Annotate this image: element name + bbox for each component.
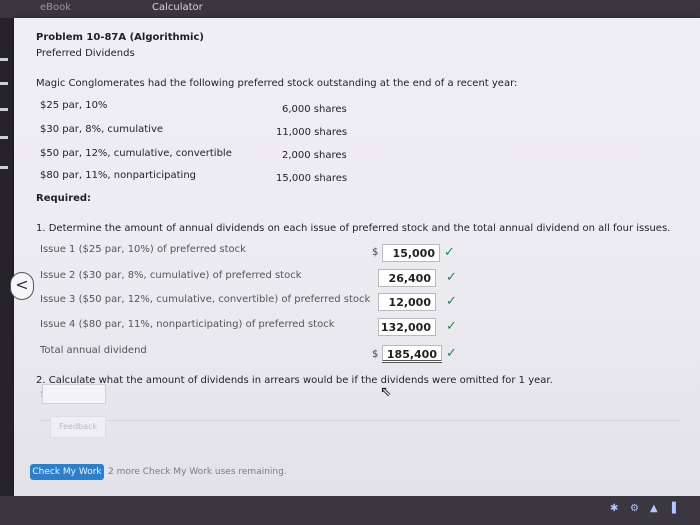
signal-icon: ▌: [672, 503, 680, 514]
left-edge: [0, 18, 14, 496]
tab-ebook[interactable]: eBook: [40, 2, 71, 13]
problem-intro: Magic Conglomerates had the following pr…: [36, 78, 518, 89]
stock-desc: $80 par, 11%, nonparticipating: [40, 170, 197, 181]
issue-2-amount[interactable]: 26,400: [378, 269, 436, 287]
stock-desc: $50 par, 12%, cumulative, convertible: [40, 148, 232, 159]
settings-icon: ⚙: [630, 503, 639, 514]
required-label: Required:: [36, 193, 92, 204]
issue-3-amount[interactable]: 12,000: [378, 293, 436, 311]
correct-check-icon: ✓: [446, 294, 457, 309]
question-1: 1. Determine the amount of annual divide…: [36, 223, 671, 234]
issue-4-label: Issue 4 ($80 par, 11%, nonparticipating)…: [40, 319, 335, 330]
stock-shares: 2,000 shares: [282, 150, 347, 161]
stock-shares: 15,000 shares: [276, 173, 348, 184]
top-bar: eBook Calculator: [0, 0, 700, 18]
previous-button[interactable]: <: [10, 272, 34, 300]
issue-2-label: Issue 2 ($30 par, 8%, cumulative) of pre…: [40, 270, 302, 281]
divider: [40, 420, 680, 421]
total-label: Total annual dividend: [40, 345, 147, 356]
question-2: 2. Calculate what the amount of dividend…: [36, 375, 553, 386]
check-my-work-button[interactable]: Check My Work: [30, 464, 104, 480]
bluetooth-icon: ✱: [610, 503, 619, 514]
tab-calculator[interactable]: Calculator: [152, 2, 203, 13]
edge-mark: [0, 166, 8, 169]
correct-check-icon: ✓: [446, 270, 457, 285]
issue-4-amount[interactable]: 132,000: [378, 318, 436, 336]
stock-desc: $30 par, 8%, cumulative: [40, 124, 164, 135]
issue-1-amount[interactable]: 15,000: [382, 244, 440, 262]
correct-check-icon: ✓: [444, 245, 455, 260]
dollar-sign: $: [372, 349, 379, 360]
problem-subtitle: Preferred Dividends: [36, 48, 135, 59]
edge-mark: [0, 58, 8, 61]
feedback-button[interactable]: Feedback: [50, 416, 106, 438]
problem-title: Problem 10-87A (Algorithmic): [36, 32, 204, 43]
edge-mark: [0, 82, 8, 85]
mouse-cursor-icon: ⇖: [380, 384, 392, 400]
stock-shares: 6,000 shares: [282, 104, 347, 115]
dollar-sign: $: [372, 247, 379, 258]
issue-1-label: Issue 1 ($25 par, 10%) of preferred stoc…: [40, 244, 246, 255]
correct-check-icon: ✓: [446, 319, 457, 334]
arrears-input[interactable]: [42, 384, 106, 404]
total-amount[interactable]: 185,400: [382, 345, 442, 363]
stock-shares: 11,000 shares: [276, 127, 348, 138]
edge-mark: [0, 136, 8, 139]
remaining-status: 2 more Check My Work uses remaining.: [108, 467, 287, 477]
network-icon: ▲: [650, 503, 658, 514]
edge-mark: [0, 108, 8, 111]
issue-3-label: Issue 3 ($50 par, 12%, cumulative, conve…: [40, 294, 371, 305]
correct-check-icon: ✓: [446, 346, 457, 361]
taskbar: ✱ ⚙ ▲ ▌: [0, 496, 700, 525]
problem-page: Problem 10-87A (Algorithmic) Preferred D…: [10, 18, 700, 496]
stock-desc: $25 par, 10%: [40, 100, 108, 111]
